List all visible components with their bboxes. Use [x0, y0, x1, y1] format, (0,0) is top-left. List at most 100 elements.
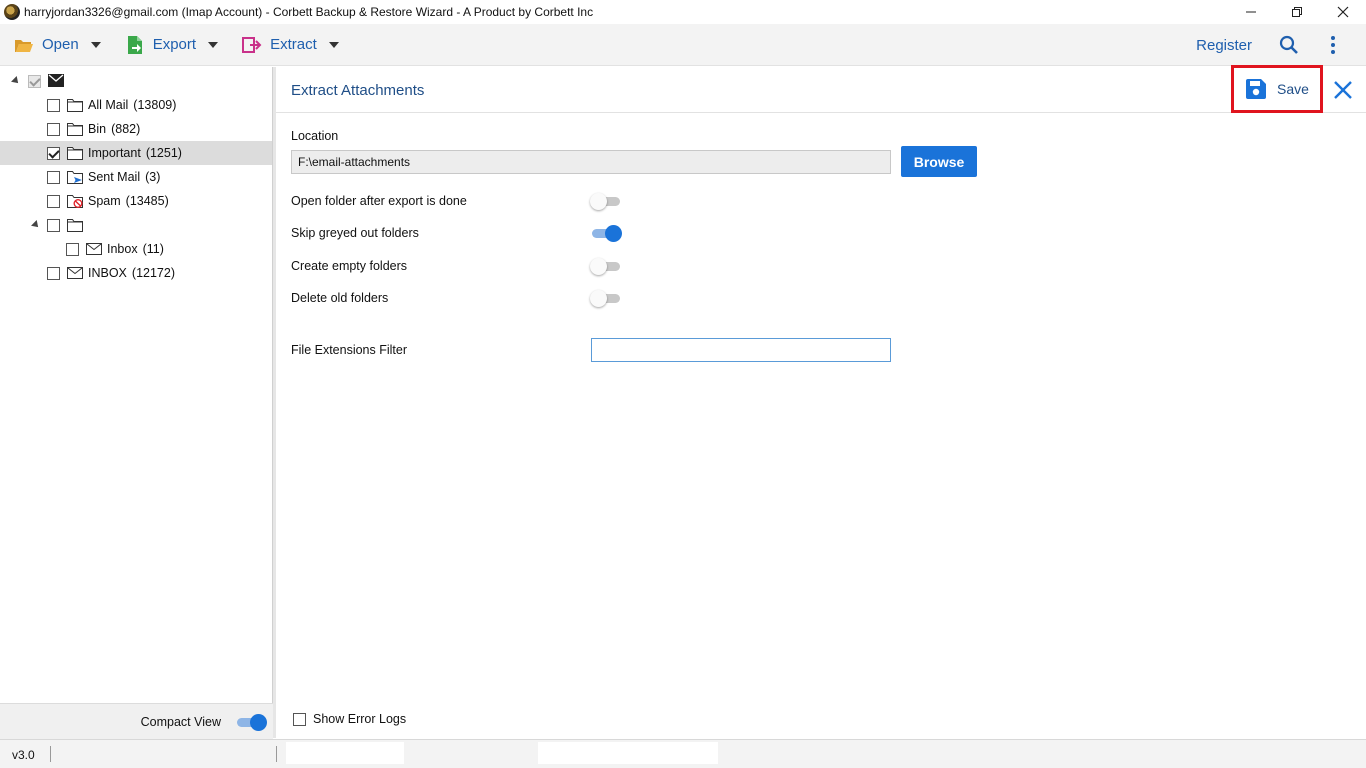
- tree-item-checkbox[interactable]: [47, 267, 60, 280]
- folder-tree-panel: All Mail (13809) Bin (882) Important (1251)…: [0, 67, 273, 703]
- envelope-icon: [67, 267, 83, 279]
- option-label: Delete old folders: [291, 291, 389, 305]
- show-error-logs-option[interactable]: Show Error Logs: [293, 712, 406, 726]
- option-label: Create empty folders: [291, 259, 408, 273]
- folder-icon: [67, 219, 83, 232]
- tree-item-count: (1251): [145, 146, 182, 160]
- folder-icon: [67, 123, 83, 136]
- tree-item-label: Important: [88, 146, 141, 160]
- tree-item-spam[interactable]: Spam (13485): [0, 189, 272, 213]
- version-label: v3.0: [12, 748, 35, 762]
- option-label: Skip greyed out folders: [291, 226, 419, 240]
- close-panel-icon[interactable]: [1332, 79, 1354, 101]
- tree-item-important[interactable]: Important (1251): [0, 141, 272, 165]
- save-disk-icon: [1246, 79, 1267, 99]
- minimize-icon: [1246, 11, 1256, 13]
- location-label: Location: [291, 129, 339, 143]
- tree-item-label: Bin: [88, 122, 107, 136]
- minimize-button[interactable]: [1228, 0, 1274, 24]
- more-options-icon[interactable]: [1322, 34, 1344, 56]
- tree-item-count: (882): [111, 122, 141, 136]
- option-label: Open folder after export is done: [291, 194, 467, 208]
- tree-root-checkbox[interactable]: [28, 75, 41, 88]
- tree-item-checkbox[interactable]: [47, 123, 60, 136]
- title-bar: harryjordan3326@gmail.com (Imap Account)…: [0, 0, 1366, 24]
- tree-item-checkbox[interactable]: [47, 147, 60, 160]
- close-icon: [1337, 6, 1349, 18]
- tree-item-label: Sent Mail: [88, 170, 141, 184]
- status-divider: [276, 746, 277, 762]
- tree-item-count: (12172): [131, 266, 175, 280]
- close-window-button[interactable]: [1320, 0, 1366, 24]
- tree-item-checkbox[interactable]: [47, 99, 60, 112]
- file-extensions-filter-input[interactable]: [591, 338, 891, 362]
- create-empty-folders-toggle[interactable]: [590, 258, 622, 275]
- sent-folder-icon: [67, 171, 83, 184]
- status-bar: v3.0: [0, 739, 1366, 768]
- save-label: Save: [1277, 81, 1309, 97]
- spam-folder-icon: [67, 195, 83, 208]
- tree-item-count: (13809): [133, 98, 177, 112]
- search-icon[interactable]: [1278, 34, 1300, 56]
- tree-item-checkbox[interactable]: [66, 243, 79, 256]
- extract-attachments-panel: Extract Attachments Save Location F:\ema…: [276, 65, 1366, 738]
- tree-item-count: (13485): [125, 194, 169, 208]
- tree-item-checkbox[interactable]: [47, 171, 60, 184]
- extract-label: Extract: [270, 36, 317, 53]
- tree-item-checkbox[interactable]: [47, 195, 60, 208]
- compact-view-row: Compact View: [0, 703, 273, 739]
- tree-item-count: (11): [142, 242, 164, 256]
- extract-menu-button[interactable]: Extract: [228, 24, 349, 66]
- tree-item-label: INBOX: [88, 266, 127, 280]
- restore-button[interactable]: [1274, 0, 1320, 24]
- browse-button[interactable]: Browse: [901, 146, 977, 177]
- tree-item-count: (3): [145, 170, 161, 184]
- register-link[interactable]: Register: [1196, 37, 1252, 54]
- export-file-icon: [125, 35, 145, 55]
- status-field: [538, 742, 718, 764]
- open-label: Open: [42, 36, 79, 53]
- status-field: [286, 742, 404, 764]
- envelope-icon: [86, 243, 102, 255]
- status-divider: [50, 746, 51, 762]
- tree-item-inbox[interactable]: Inbox (11): [0, 237, 272, 261]
- expand-arrow-icon[interactable]: [31, 220, 41, 230]
- extract-icon: [242, 35, 262, 55]
- export-label: Export: [152, 36, 197, 53]
- restore-icon: [1292, 7, 1302, 17]
- export-menu-button[interactable]: Export: [111, 24, 228, 66]
- tree-item-unnamed-folder[interactable]: [0, 213, 272, 237]
- compact-view-toggle[interactable]: [235, 713, 267, 731]
- folder-icon: [67, 147, 83, 160]
- delete-old-folders-toggle[interactable]: [590, 290, 622, 307]
- tree-item-label: Inbox: [107, 242, 138, 256]
- folder-icon: [67, 99, 83, 112]
- tree-item-all-mail[interactable]: All Mail (13809): [0, 93, 272, 117]
- location-input[interactable]: F:\email-attachments: [291, 150, 891, 174]
- chevron-down-icon: [208, 41, 219, 48]
- app-logo-icon: [4, 4, 20, 20]
- tree-item-label: All Mail: [88, 98, 129, 112]
- open-menu-button[interactable]: Open: [0, 24, 111, 66]
- tree-item-inbox-root[interactable]: INBOX (12172): [0, 261, 272, 285]
- tree-item-bin[interactable]: Bin (882): [0, 117, 272, 141]
- panel-header: Extract Attachments Save: [276, 65, 1366, 113]
- tree-item-checkbox[interactable]: [47, 219, 60, 232]
- toolbar: Open Export Extract Register: [0, 24, 1366, 66]
- save-button[interactable]: Save: [1231, 65, 1323, 113]
- window-title: harryjordan3326@gmail.com (Imap Account)…: [24, 5, 594, 19]
- show-error-logs-checkbox[interactable]: [293, 712, 306, 726]
- tree-root-account[interactable]: [0, 69, 272, 93]
- show-error-logs-label: Show Error Logs: [313, 712, 407, 726]
- window-controls: [1228, 0, 1366, 24]
- tree-item-sent-mail[interactable]: Sent Mail (3): [0, 165, 272, 189]
- open-folder-after-export-toggle[interactable]: [590, 193, 622, 210]
- compact-view-label: Compact View: [140, 714, 221, 729]
- page-title: Extract Attachments: [291, 82, 425, 99]
- chevron-down-icon: [90, 41, 101, 48]
- chevron-down-icon: [328, 41, 339, 48]
- skip-greyed-folders-toggle[interactable]: [590, 225, 622, 242]
- file-extensions-filter-label: File Extensions Filter: [291, 343, 408, 357]
- tree-item-label: Spam: [88, 194, 121, 208]
- expand-arrow-icon[interactable]: [11, 76, 21, 86]
